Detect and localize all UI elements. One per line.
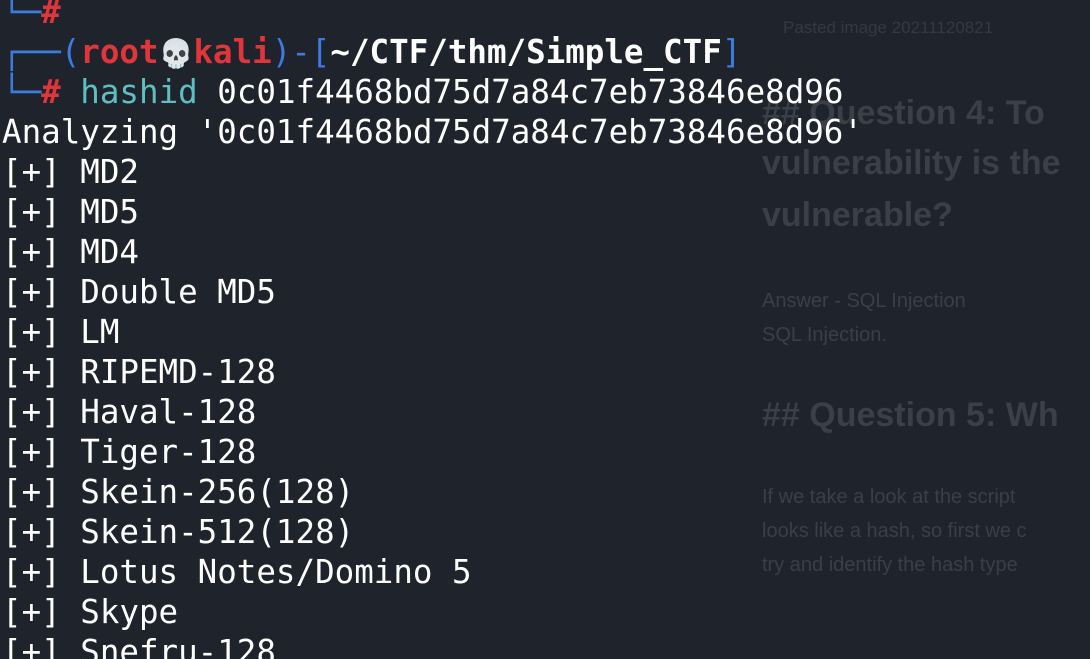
- output-result-line: [+] Skype: [2, 593, 179, 631]
- command-argument: 0c01f4468bd75d7a84c7eb73846e8d96: [197, 73, 844, 111]
- prompt-frame-open: ┌──(: [2, 33, 81, 71]
- command-line[interactable]: └─# hashid 0c01f4468bd75d7a84c7eb73846e8…: [2, 72, 843, 112]
- output-result-line: [+] MD4: [2, 233, 139, 271]
- prompt-hash: #: [41, 0, 61, 31]
- prompt-cwd: ~/CTF/thm/Simple_CTF: [330, 33, 722, 71]
- output-result-line: [+] Lotus Notes/Domino 5: [2, 553, 472, 591]
- previous-prompt-line: └─#: [2, 0, 61, 32]
- output-result-line: [+] Skein-256(128): [2, 473, 355, 511]
- output-result-line: [+] MD5: [2, 193, 139, 231]
- prompt-host: kali: [193, 33, 272, 71]
- prompt-frame-close: ]: [721, 33, 742, 71]
- bg-image-caption: Pasted image 20211120821: [783, 18, 994, 37]
- output-analyzing-line: Analyzing '0c01f4468bd75d7a84c7eb73846e8…: [2, 113, 863, 151]
- command-name: hashid: [80, 73, 198, 111]
- bg-paragraph-line1: If we take a look at the script: [762, 486, 1016, 508]
- prompt-corner-bottom: └─: [2, 73, 42, 111]
- bg-paragraph-line3: try and identify the hash type: [762, 554, 1018, 576]
- bg-answer-line2: SQL Injection.: [762, 324, 887, 346]
- output-result-line: [+] Double MD5: [2, 273, 276, 311]
- prompt-header-line: ┌──(root💀kali)-[~/CTF/thm/Simple_CTF]: [2, 32, 741, 72]
- prompt-corner: └─: [2, 0, 42, 31]
- output-result-line: [+] RIPEMD-128: [2, 353, 276, 391]
- output-result-line: [+] LM: [2, 313, 120, 351]
- bg-heading-q5: ## Question 5: Wh: [762, 396, 1059, 434]
- prompt-hash-symbol: #: [41, 73, 61, 111]
- output-result-line: [+] Tiger-128: [2, 433, 257, 471]
- bg-heading-q4-line3: vulnerable?: [762, 196, 953, 234]
- output-result-line: [+] Haval-128: [2, 393, 257, 431]
- prompt-frame-mid: )-[: [271, 33, 331, 71]
- skull-icon: 💀: [158, 37, 194, 70]
- output-result-line: [+] MD2: [2, 153, 139, 191]
- output-result-line: [+] Snefru-128: [2, 633, 276, 659]
- output-result-line: [+] Skein-512(128): [2, 513, 355, 551]
- terminal-window[interactable]: Pasted image 20211120821 ## Question 4: …: [0, 0, 1090, 659]
- prompt-user: root: [80, 33, 159, 71]
- bg-paragraph-line2: looks like a hash, so first we c: [762, 520, 1027, 542]
- bg-answer-line: Answer - SQL Injection: [762, 290, 966, 312]
